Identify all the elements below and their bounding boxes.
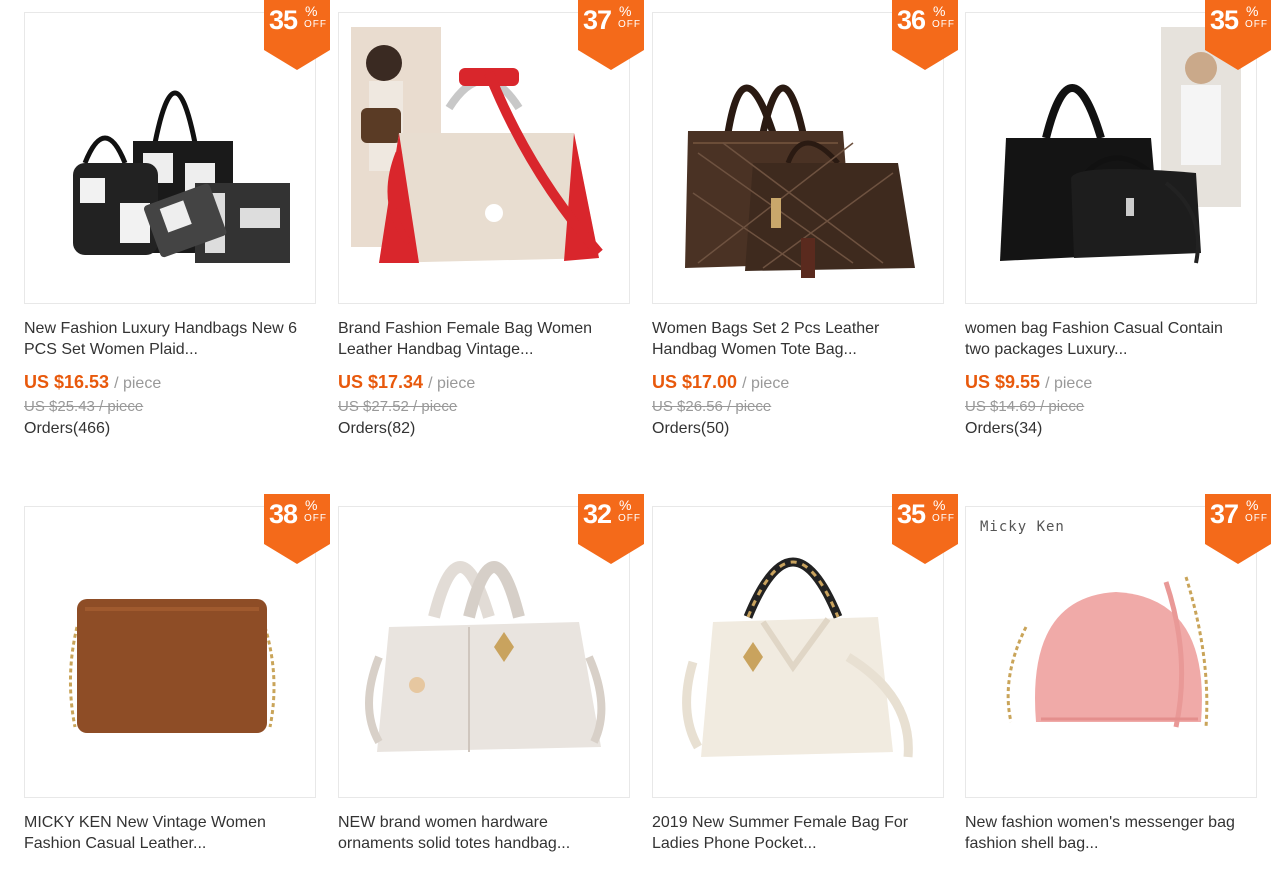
discount-badge: 32 % OFF <box>578 494 644 564</box>
order-count: Orders(466) <box>24 420 111 437</box>
discount-badge: 35 % OFF <box>264 0 330 70</box>
discount-off: OFF <box>304 513 327 524</box>
title-line[interactable]: Women Bags Set 2 Pcs Leather <box>652 318 944 339</box>
title-line[interactable]: MICKY KEN New Vintage Women <box>24 812 316 833</box>
discount-badge: 37 % OFF <box>1205 494 1271 564</box>
discount-value: 32 <box>583 499 612 529</box>
product-title[interactable]: NEW brand women hardware ornaments solid… <box>338 812 630 854</box>
product-title[interactable]: New fashion women's messenger bag fashio… <box>965 812 1257 854</box>
discount-badge: 36 % OFF <box>892 0 958 70</box>
product-title[interactable]: 2019 New Summer Female Bag For Ladies Ph… <box>652 812 944 854</box>
brand-watermark: Micky Ken <box>980 519 1065 535</box>
price-unit: / piece <box>428 375 476 392</box>
product-title[interactable]: MICKY KEN New Vintage Women Fashion Casu… <box>24 812 316 854</box>
discount-percent: % <box>1246 497 1259 513</box>
title-line[interactable]: 2019 New Summer Female Bag For <box>652 812 944 833</box>
discount-off: OFF <box>304 19 327 30</box>
sale-price: US $17.34 <box>338 372 424 392</box>
title-line[interactable]: fashion shell bag... <box>965 833 1257 854</box>
order-count: Orders(82) <box>338 420 416 437</box>
discount-value: 38 <box>269 499 298 529</box>
title-line[interactable]: Ladies Phone Pocket... <box>652 833 944 854</box>
discount-value: 37 <box>1210 499 1239 529</box>
discount-value: 35 <box>269 5 298 35</box>
discount-percent: % <box>305 3 318 19</box>
title-line[interactable]: women bag Fashion Casual Contain <box>965 318 1257 339</box>
sale-price: US $17.00 <box>652 372 738 392</box>
discount-off: OFF <box>618 513 641 524</box>
discount-off: OFF <box>1245 19 1268 30</box>
discount-off: OFF <box>618 19 641 30</box>
price-row: US $9.55 / piece <box>965 372 1092 393</box>
original-price: US $14.69 / piece <box>965 398 1085 415</box>
title-line[interactable]: NEW brand women hardware <box>338 812 630 833</box>
original-price: US $26.56 / piece <box>652 398 772 415</box>
discount-badge: 35 % OFF <box>1205 0 1271 70</box>
title-line[interactable]: PCS Set Women Plaid... <box>24 339 316 360</box>
discount-percent: % <box>933 3 946 19</box>
title-line[interactable]: Handbag Women Tote Bag... <box>652 339 944 360</box>
discount-percent: % <box>933 497 946 513</box>
discount-value: 35 <box>1210 5 1239 35</box>
discount-badge: 37 % OFF <box>578 0 644 70</box>
title-line[interactable]: ornaments solid totes handbag... <box>338 833 630 854</box>
title-line[interactable]: New Fashion Luxury Handbags New 6 <box>24 318 316 339</box>
original-price: US $25.43 / piece <box>24 398 144 415</box>
price-unit: / piece <box>742 375 790 392</box>
sale-price: US $9.55 <box>965 372 1041 392</box>
price-row: US $17.00 / piece <box>652 372 789 393</box>
title-line[interactable]: Brand Fashion Female Bag Women <box>338 318 630 339</box>
order-count: Orders(34) <box>965 420 1043 437</box>
sale-price: US $16.53 <box>24 372 110 392</box>
order-count: Orders(50) <box>652 420 730 437</box>
discount-off: OFF <box>932 19 955 30</box>
title-line[interactable]: New fashion women's messenger bag <box>965 812 1257 833</box>
discount-percent: % <box>305 497 318 513</box>
product-title[interactable]: Brand Fashion Female Bag Women Leather H… <box>338 318 630 360</box>
price-unit: / piece <box>1045 375 1093 392</box>
product-title[interactable]: New Fashion Luxury Handbags New 6 PCS Se… <box>24 318 316 360</box>
discount-off: OFF <box>932 513 955 524</box>
product-title[interactable]: Women Bags Set 2 Pcs Leather Handbag Wom… <box>652 318 944 360</box>
original-price: US $27.52 / piece <box>338 398 458 415</box>
discount-percent: % <box>1246 3 1259 19</box>
title-line[interactable]: Fashion Casual Leather... <box>24 833 316 854</box>
discount-badge: 38 % OFF <box>264 494 330 564</box>
discount-percent: % <box>619 3 632 19</box>
product-title[interactable]: women bag Fashion Casual Contain two pac… <box>965 318 1257 360</box>
discount-off: OFF <box>1245 513 1268 524</box>
title-line[interactable]: Leather Handbag Vintage... <box>338 339 630 360</box>
discount-value: 36 <box>897 5 926 35</box>
price-row: US $17.34 / piece <box>338 372 475 393</box>
price-row: US $16.53 / piece <box>24 372 161 393</box>
discount-value: 35 <box>897 499 926 529</box>
discount-badge: 35 % OFF <box>892 494 958 564</box>
discount-value: 37 <box>583 5 612 35</box>
price-unit: / piece <box>114 375 162 392</box>
title-line[interactable]: two packages Luxury... <box>965 339 1257 360</box>
discount-percent: % <box>619 497 632 513</box>
